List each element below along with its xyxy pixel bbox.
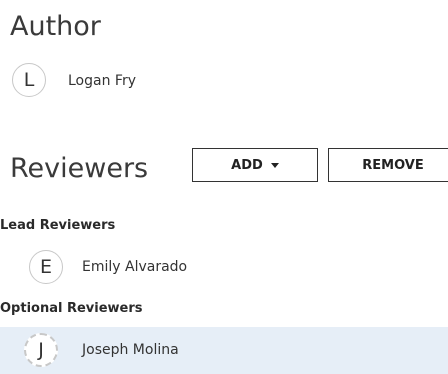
avatar: E bbox=[29, 250, 63, 284]
avatar: J bbox=[24, 333, 58, 367]
reviewers-section-title: Reviewers bbox=[10, 153, 149, 184]
author-name: Logan Fry bbox=[68, 73, 136, 89]
optional-reviewers-label: Optional Reviewers bbox=[0, 301, 143, 316]
caret-down-icon bbox=[270, 162, 279, 168]
add-button-label: ADD bbox=[231, 157, 263, 173]
review-panel: Author L Logan Fry Reviewers ADD REMOVE … bbox=[0, 0, 448, 374]
remove-reviewer-button[interactable]: REMOVE bbox=[328, 148, 448, 182]
author-section-title: Author bbox=[10, 11, 101, 42]
reviewer-name: Joseph Molina bbox=[82, 342, 179, 358]
add-reviewer-button[interactable]: ADD bbox=[192, 148, 318, 182]
lead-reviewers-label: Lead Reviewers bbox=[0, 218, 116, 233]
list-item-selected[interactable]: J Joseph Molina bbox=[0, 327, 448, 374]
remove-button-label: REMOVE bbox=[362, 157, 424, 173]
reviewer-name: Emily Alvarado bbox=[82, 259, 188, 275]
avatar: L bbox=[12, 63, 46, 97]
